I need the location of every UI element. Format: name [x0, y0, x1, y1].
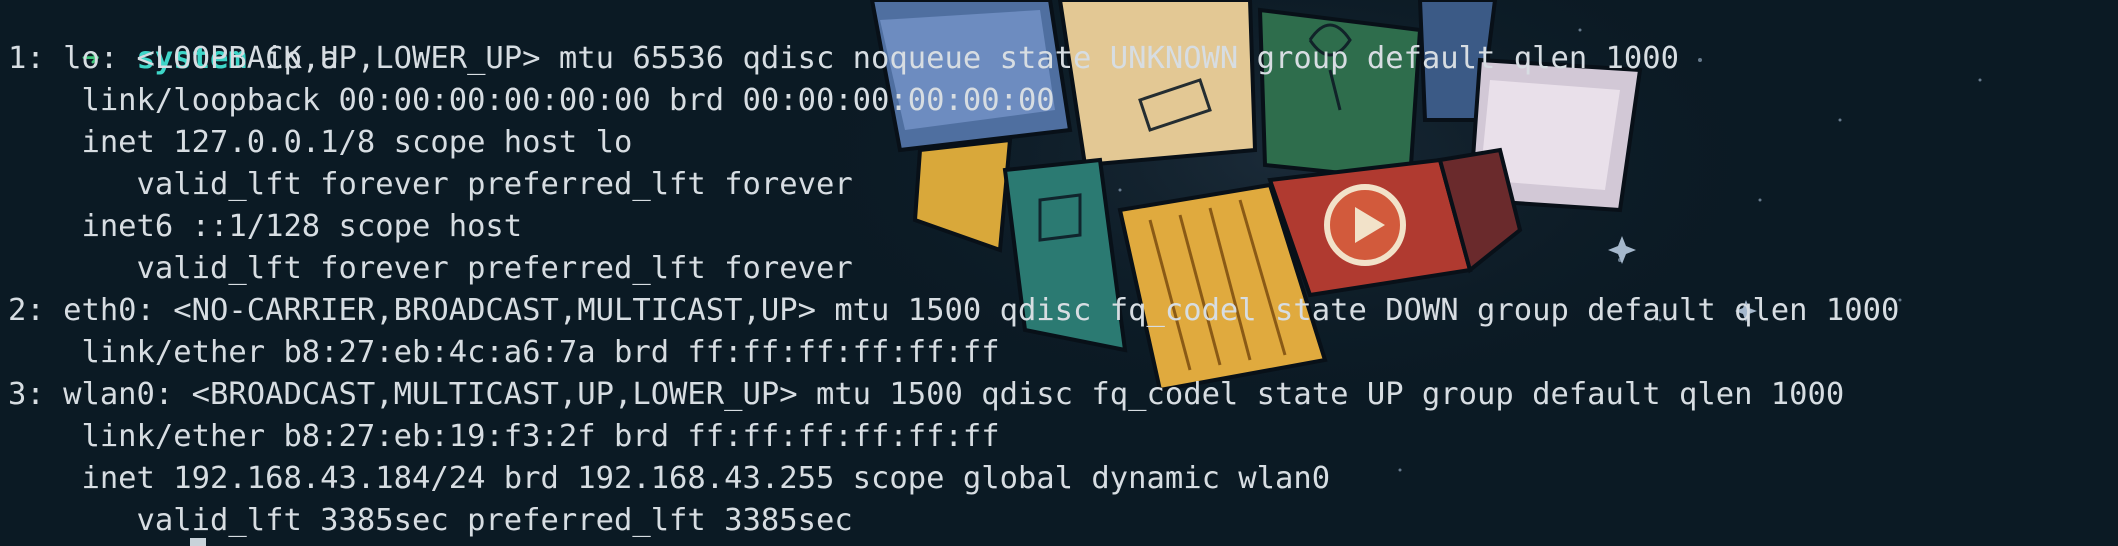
text-cursor [190, 538, 206, 546]
output-line: 3: wlan0: <BROADCAST,MULTICAST,UP,LOWER_… [8, 377, 1845, 412]
output-line: inet6 ::1/128 scope host [8, 209, 523, 244]
prompt-line: ➜ system ip a [8, 0, 338, 76]
output-line: link/ether b8:27:eb:19:f3:2f brd ff:ff:f… [8, 419, 1000, 454]
output-line: 2: eth0: <NO-CARRIER,BROADCAST,MULTICAST… [8, 293, 1900, 328]
output-line: link/ether b8:27:eb:4c:a6:7a brd ff:ff:f… [8, 335, 1000, 370]
output-line: valid_lft forever preferred_lft forever [8, 167, 853, 202]
output-line: 1: lo: <LOOPBACK,UP,LOWER_UP> mtu 65536 … [8, 41, 1679, 76]
terminal-window[interactable]: ➜ system ip a 1: lo: <LOOPBACK,UP,LOWER_… [0, 0, 2118, 546]
output-line: inet 192.168.43.184/24 brd 192.168.43.25… [8, 461, 1331, 496]
output-line: link/loopback 00:00:00:00:00:00 brd 00:0… [8, 83, 1055, 118]
output-line: inet 127.0.0.1/8 scope host lo [8, 125, 633, 160]
output-line: valid_lft 3385sec preferred_lft 3385sec [8, 503, 853, 538]
output-line: valid_lft forever preferred_lft forever [8, 251, 853, 286]
